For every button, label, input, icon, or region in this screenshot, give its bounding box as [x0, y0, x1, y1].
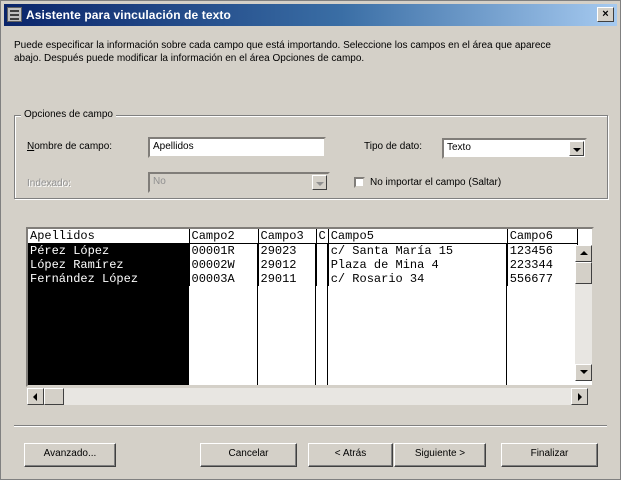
table-row: López Ramírez 00002W 29012 Plaza de Mina… — [28, 258, 578, 272]
app-icon — [7, 7, 22, 22]
column-header-campo4[interactable]: C — [316, 229, 329, 244]
instructions-text: Puede especificar la información sobre c… — [14, 40, 551, 64]
scroll-down-arrow-icon[interactable] — [575, 364, 592, 381]
advanced-button[interactable]: Avanzado... — [24, 443, 116, 467]
scroll-up-arrow-icon[interactable] — [575, 245, 592, 262]
window-title: Asistente para vinculación de texto — [26, 8, 231, 22]
cancel-button[interactable]: Cancelar — [200, 443, 297, 467]
table-cell[interactable] — [316, 272, 329, 286]
preview-table: Apellidos Campo2 Campo3 C Campo5 Campo6 … — [28, 229, 578, 286]
chevron-down-icon — [312, 175, 327, 190]
data-type-select[interactable]: Texto — [442, 138, 587, 159]
wizard-window: Asistente para vinculación de texto × Pu… — [0, 0, 621, 480]
table-cell[interactable]: Pérez López — [28, 243, 190, 258]
table-cell[interactable]: 29011 — [258, 272, 317, 286]
back-button[interactable]: < Atrás — [308, 443, 393, 467]
indexed-select: No — [148, 172, 330, 193]
horizontal-scroll-thumb[interactable] — [44, 388, 64, 405]
close-button[interactable]: × — [597, 7, 614, 22]
table-cell[interactable] — [316, 243, 329, 258]
column-header-campo5[interactable]: Campo5 — [328, 229, 508, 244]
title-bar[interactable]: Asistente para vinculación de texto × — [4, 4, 617, 26]
column-header-campo6[interactable]: Campo6 — [507, 229, 578, 244]
indexed-label: Indexado: — [27, 178, 71, 189]
data-type-label-text: Tipo de dato: — [364, 141, 423, 152]
table-cell[interactable] — [316, 258, 329, 272]
table-cell[interactable]: c/ Rosario 34 — [328, 272, 508, 286]
table-cell[interactable]: 556677 — [507, 272, 578, 286]
table-cell[interactable]: 00001R — [189, 243, 259, 258]
table-cell[interactable]: 00002W — [189, 258, 259, 272]
skip-field-checkbox[interactable] — [354, 177, 365, 188]
field-name-label: Nombre de campo: — [27, 141, 112, 152]
column-header-apellidos[interactable]: Apellidos — [28, 229, 190, 244]
table-cell[interactable]: 123456 — [507, 243, 578, 258]
skip-field-label: No importar el campo (Saltar) — [370, 177, 502, 188]
finish-button[interactable]: Finalizar — [501, 443, 598, 467]
field-name-value: Apellidos — [153, 141, 194, 152]
field-name-label-text: ombre de campo: — [34, 141, 113, 152]
table-cell[interactable]: López Ramírez — [28, 258, 190, 272]
scroll-right-arrow-icon[interactable] — [571, 388, 588, 405]
data-preview-grid[interactable]: Apellidos Campo2 Campo3 C Campo5 Campo6 … — [26, 227, 594, 387]
data-type-value: Texto — [447, 142, 471, 153]
chevron-down-icon[interactable] — [569, 141, 584, 156]
scroll-left-arrow-icon[interactable] — [27, 388, 44, 405]
data-type-label: Tipo de dato: — [364, 141, 422, 152]
table-cell[interactable]: 223344 — [507, 258, 578, 272]
horizontal-scrollbar[interactable] — [27, 388, 588, 405]
table-row: Pérez López 00001R 29023 c/ Santa María … — [28, 243, 578, 258]
vertical-scrollbar[interactable] — [575, 245, 592, 381]
column-header-campo2[interactable]: Campo2 — [189, 229, 259, 244]
table-cell[interactable]: Fernández López — [28, 272, 190, 286]
field-name-input[interactable]: Apellidos — [148, 137, 326, 158]
vertical-scroll-thumb[interactable] — [575, 262, 592, 284]
table-cell[interactable]: 29023 — [258, 243, 317, 258]
field-options-legend: Opciones de campo — [21, 109, 116, 120]
table-row: Fernández López 00003A 29011 c/ Rosario … — [28, 272, 578, 286]
next-button[interactable]: Siguiente > — [394, 443, 486, 467]
table-cell[interactable]: 00003A — [189, 272, 259, 286]
column-header-campo3[interactable]: Campo3 — [258, 229, 317, 244]
indexed-value: No — [153, 176, 166, 187]
header-row: Apellidos Campo2 Campo3 C Campo5 Campo6 — [28, 229, 578, 244]
table-cell[interactable]: c/ Santa María 15 — [328, 243, 508, 258]
table-cell[interactable]: 29012 — [258, 258, 317, 272]
button-separator — [14, 425, 607, 427]
table-cell[interactable]: Plaza de Mina 4 — [328, 258, 508, 272]
